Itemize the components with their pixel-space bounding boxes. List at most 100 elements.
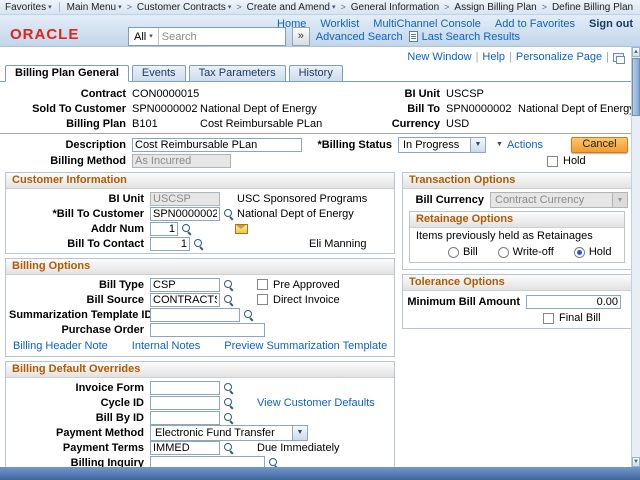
breadcrumb-item-define-billing-plan[interactable]: Define Billing Plan xyxy=(552,2,633,13)
dropdown-caret-icon: ▾ xyxy=(118,4,122,11)
retainage-option-bill[interactable]: Bill xyxy=(448,246,478,258)
lookup-icon[interactable] xyxy=(223,279,235,291)
tab-bar: Billing Plan General Events Tax Paramete… xyxy=(0,65,640,82)
actions-dropdown[interactable]: ▼ Actions xyxy=(496,139,543,151)
scroll-down-icon[interactable]: ▼ xyxy=(632,457,640,467)
payment-method-row: Payment Method Electronic Fund Transfer … xyxy=(9,425,391,440)
lookup-icon[interactable] xyxy=(223,442,235,454)
personalize-page-link[interactable]: Personalize Page xyxy=(516,51,602,63)
cancel-button[interactable]: Cancel xyxy=(571,137,628,153)
retainage-option-bill-label: Bill xyxy=(463,246,478,258)
vertical-scrollbar[interactable]: ▲ ▼ xyxy=(631,47,640,467)
payment-terms-input[interactable] xyxy=(150,441,220,455)
section-body: Bill Type Pre Approved Bill Source xyxy=(6,275,394,356)
lookup-icon[interactable] xyxy=(193,238,205,250)
lookup-icon[interactable] xyxy=(223,412,235,424)
tab-history[interactable]: History xyxy=(289,65,343,81)
lookup-icon[interactable] xyxy=(223,208,235,220)
breadcrumb-item-create-and-amend[interactable]: Create and Amend ▾ xyxy=(247,2,336,13)
breadcrumb-item-general-information[interactable]: General Information xyxy=(351,2,439,13)
horizontal-scrollbar[interactable] xyxy=(0,467,640,480)
bi-unit-value: USCSP xyxy=(446,88,518,100)
minimum-bill-amount-input[interactable] xyxy=(526,295,621,309)
search-scope-dropdown[interactable]: All ▾ xyxy=(129,28,159,45)
hold-field: Hold xyxy=(547,155,586,167)
final-bill-label: Final Bill xyxy=(559,312,601,324)
cycle-id-input[interactable] xyxy=(150,396,220,410)
bill-to-name: National Dept of Energy xyxy=(518,103,640,115)
breadcrumb-label: Assign Billing Plan xyxy=(454,2,536,13)
tab-billing-plan-general[interactable]: Billing Plan General xyxy=(5,65,129,82)
breadcrumb-item-customer-contracts[interactable]: Customer Contracts ▾ xyxy=(137,2,231,13)
internal-notes-link[interactable]: Internal Notes xyxy=(132,340,200,352)
lookup-icon[interactable] xyxy=(181,223,193,235)
lookup-icon[interactable] xyxy=(223,294,235,306)
hold-checkbox[interactable] xyxy=(547,156,558,167)
radio-selected-icon[interactable] xyxy=(574,247,585,258)
separator-line xyxy=(0,133,640,134)
breadcrumb-item-main-menu[interactable]: Main Menu ▾ xyxy=(67,2,122,13)
define-billing-plan-page: Favorites ▾ Main Menu ▾ > Customer Contr… xyxy=(0,0,640,480)
bi-unit-label: BI Unit xyxy=(368,88,446,100)
direct-invoice-checkbox[interactable] xyxy=(257,294,268,305)
description-input[interactable] xyxy=(132,138,302,152)
bill-by-id-input[interactable] xyxy=(150,411,220,425)
addr-num-input[interactable] xyxy=(150,222,178,236)
lookup-icon[interactable] xyxy=(223,397,235,409)
lookup-icon[interactable] xyxy=(243,309,255,321)
help-link[interactable]: Help xyxy=(482,51,505,63)
description-row: Description *Billing Status In Progress … xyxy=(0,136,640,153)
minimum-bill-amount-row: Minimum Bill Amount xyxy=(406,293,628,310)
billing-header-note-link[interactable]: Billing Header Note xyxy=(13,340,108,352)
summarization-template-row: Summarization Template ID xyxy=(9,307,391,322)
separator xyxy=(509,51,512,63)
pre-approved-checkbox[interactable] xyxy=(257,279,268,290)
retainage-option-hold[interactable]: Hold xyxy=(574,246,612,258)
bi-unit-input xyxy=(150,192,220,206)
scrollbar-thumb[interactable] xyxy=(632,58,640,116)
dropdown-caret-icon: ▾ xyxy=(149,33,153,40)
view-customer-defaults-link[interactable]: View Customer Defaults xyxy=(257,397,375,409)
billing-status-select[interactable]: In Progress ▼ xyxy=(398,137,486,153)
new-window-link[interactable]: New Window xyxy=(407,51,471,63)
retainage-option-write-off[interactable]: Write-off xyxy=(498,246,554,258)
breadcrumb-item-assign-billing-plan[interactable]: Assign Billing Plan xyxy=(454,2,536,13)
bill-to-contact-input[interactable] xyxy=(150,237,190,251)
lookup-icon[interactable] xyxy=(223,382,235,394)
preview-summarization-template-link[interactable]: Preview Summarization Template xyxy=(224,340,387,352)
transaction-options-section: Transaction Options Bill Currency Contra… xyxy=(402,172,632,270)
summarization-template-input[interactable] xyxy=(150,308,240,322)
hold-label: Hold xyxy=(563,155,586,167)
envelope-icon[interactable] xyxy=(235,224,248,234)
description-label: Description xyxy=(0,139,132,151)
dropdown-caret-icon: ▼ xyxy=(470,138,485,152)
search-go-button[interactable]: » xyxy=(292,27,310,46)
radio-icon[interactable] xyxy=(498,247,509,258)
addr-num-row: Addr Num xyxy=(9,221,391,236)
breadcrumb-item-favorites[interactable]: Favorites ▾ xyxy=(5,2,52,13)
radio-icon[interactable] xyxy=(448,247,459,258)
copy-url-icon[interactable] xyxy=(613,53,624,62)
billing-default-overrides-section: Billing Default Overrides Invoice Form C… xyxy=(5,361,395,480)
breadcrumb-label: Create and Amend xyxy=(247,2,330,13)
document-icon xyxy=(409,31,418,42)
payment-method-select[interactable]: Electronic Fund Transfer ▼ xyxy=(150,425,308,441)
tab-tax-parameters[interactable]: Tax Parameters xyxy=(189,65,286,81)
sign-out-link[interactable]: Sign out xyxy=(589,18,633,30)
scroll-up-icon[interactable]: ▲ xyxy=(632,47,640,57)
last-search-results-link[interactable]: Last Search Results xyxy=(409,31,520,43)
advanced-search-link[interactable]: Advanced Search xyxy=(316,31,403,43)
tab-events[interactable]: Events xyxy=(132,65,186,81)
bill-currency-label: Bill Currency xyxy=(406,194,490,206)
bill-to-customer-input[interactable] xyxy=(150,207,220,221)
invoice-form-input[interactable] xyxy=(150,381,220,395)
final-bill-checkbox[interactable] xyxy=(543,313,554,324)
search-input[interactable] xyxy=(159,29,285,44)
bill-type-input[interactable] xyxy=(150,278,220,292)
payment-terms-row: Payment Terms Due Immediately xyxy=(9,440,391,455)
bi-unit-row: BI Unit USC Sponsored Programs xyxy=(9,191,391,206)
breadcrumb-label: General Information xyxy=(351,2,439,13)
purchase-order-input[interactable] xyxy=(150,323,265,337)
bill-currency-select: Contract Currency ▼ xyxy=(490,192,628,208)
bill-source-input[interactable] xyxy=(150,293,220,307)
